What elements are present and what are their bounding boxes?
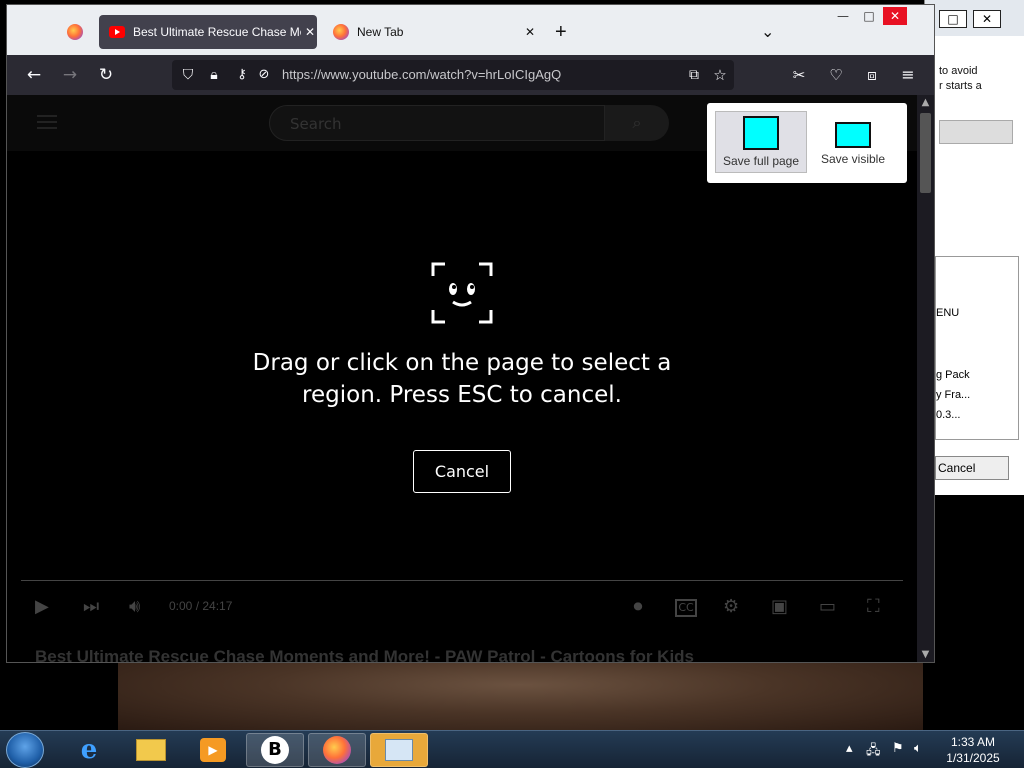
- full-page-icon: [743, 116, 779, 150]
- bg-text-line1: to avoid: [939, 65, 978, 77]
- tab-label: Best Ultimate Rescue Chase Mo: [133, 25, 301, 39]
- close-tab-icon[interactable]: ✕: [525, 25, 535, 39]
- list-item[interactable]: y Fra...: [936, 389, 970, 401]
- maximize-button[interactable]: □: [857, 7, 881, 25]
- scroll-down-icon[interactable]: ▼: [917, 649, 934, 660]
- screenshot-options-panel: Save full page Save visible: [707, 103, 907, 183]
- tracking-blocked-icon[interactable]: ⊘: [252, 63, 276, 87]
- volume-icon[interactable]: 🔊︎: [129, 595, 140, 619]
- video-progress-bar[interactable]: [21, 580, 903, 581]
- background-video-thumbnail: [118, 655, 923, 730]
- internet-explorer-icon[interactable]: e: [60, 733, 118, 767]
- fullscreen-icon[interactable]: ⛶: [867, 595, 880, 619]
- file-explorer-icon[interactable]: [122, 733, 180, 767]
- list-item[interactable]: g Pack: [936, 369, 970, 381]
- list-item[interactable]: ENU: [936, 307, 959, 319]
- taskbar: e ▶ B ▴ 🖧 ⚑ 🔈︎ 1:33 AM 1/31/2025: [0, 730, 1024, 768]
- background-window: □ ✕ to avoid r starts a ENU g Pack y Fra…: [924, 0, 1024, 495]
- close-button[interactable]: ✕: [973, 10, 1001, 28]
- video-title: Best Ultimate Rescue Chase Moments and M…: [35, 647, 695, 662]
- firefox-icon: [67, 24, 83, 40]
- picture-in-picture-icon[interactable]: ⧉: [682, 63, 706, 87]
- bg-text-line2: r starts a: [939, 80, 982, 92]
- menu-icon[interactable]: ≡: [896, 63, 920, 87]
- save-full-page-button[interactable]: Save full page: [715, 111, 807, 173]
- scrollbar-thumb[interactable]: [920, 113, 931, 193]
- back-arrow-icon[interactable]: ←: [22, 63, 46, 87]
- action-center-flag-icon[interactable]: ⚑: [892, 741, 904, 756]
- shield-icon[interactable]: ⛉: [176, 63, 200, 87]
- new-tab-button[interactable]: +: [555, 15, 577, 49]
- firefox-window: Best Ultimate Rescue Chase Mo ✕ New Tab …: [6, 4, 935, 663]
- url-text[interactable]: https://www.youtube.com/watch?v=hrLoICIg…: [282, 67, 561, 82]
- progress-bar: [939, 120, 1013, 144]
- tab-new-tab[interactable]: New Tab ✕: [329, 15, 539, 49]
- autoplay-toggle[interactable]: ⏺: [621, 595, 655, 619]
- background-window-text: to avoid r starts a: [939, 64, 982, 94]
- navigation-toolbar: ← → ↻ ⛉ 🔒︎ ⚷ ⊘ https://www.youtube.com/w…: [7, 55, 934, 95]
- list-item[interactable]: 0.3...: [936, 409, 960, 421]
- forward-arrow-icon[interactable]: →: [58, 63, 82, 87]
- extensions-icon[interactable]: ⧈: [860, 63, 884, 87]
- close-tab-icon[interactable]: ✕: [305, 25, 315, 39]
- screenshot-face-icon: [431, 262, 493, 324]
- video-time: 0:00 / 24:17: [169, 599, 233, 613]
- lock-icon[interactable]: 🔒︎: [202, 63, 226, 87]
- search-placeholder: Search: [290, 115, 342, 133]
- play-icon[interactable]: ▶: [35, 595, 49, 619]
- maximize-button[interactable]: □: [939, 10, 967, 28]
- next-icon[interactable]: ⏭: [83, 595, 99, 619]
- desktop: □ ✕ to avoid r starts a ENU g Pack y Fra…: [0, 0, 1024, 768]
- youtube-menu-icon[interactable]: [37, 115, 57, 129]
- search-icon[interactable]: ⌕: [605, 105, 669, 141]
- firefox-icon[interactable]: [308, 733, 366, 767]
- tab-youtube[interactable]: Best Ultimate Rescue Chase Mo ✕: [99, 15, 317, 49]
- option-label: Save visible: [820, 152, 886, 166]
- close-window-button[interactable]: ✕: [883, 7, 907, 25]
- theater-mode-icon[interactable]: ▭: [819, 595, 836, 619]
- youtube-search-input[interactable]: Search: [269, 105, 605, 141]
- media-player-icon[interactable]: ▶: [184, 733, 242, 767]
- tab-strip: Best Ultimate Rescue Chase Mo ✕ New Tab …: [7, 5, 934, 55]
- tab-pinned[interactable]: [55, 15, 95, 49]
- url-bar[interactable]: ⛉ 🔒︎ ⚷ ⊘ https://www.youtube.com/watch?v…: [172, 60, 734, 90]
- network-icon[interactable]: 🖧: [866, 741, 881, 763]
- youtube-icon: [109, 26, 125, 38]
- tab-label: New Tab: [357, 25, 404, 39]
- screenshot-icon[interactable]: ✂: [787, 63, 811, 87]
- instructions-line1: Drag or click on the page to select a: [252, 350, 672, 376]
- minimize-button[interactable]: —: [831, 7, 855, 25]
- window-controls: — □ ✕: [831, 7, 907, 25]
- control-panel-icon[interactable]: [370, 733, 428, 767]
- volume-muted-icon[interactable]: 🔈︎: [914, 741, 922, 756]
- clock[interactable]: 1:33 AM 1/31/2025: [940, 734, 1006, 766]
- save-visible-button[interactable]: Save visible: [807, 111, 899, 173]
- component-listbox[interactable]: ENU g Pack y Fra... 0.3...: [935, 256, 1019, 440]
- miniplayer-icon[interactable]: ▣: [771, 595, 788, 619]
- screenshot-instructions: Drag or click on the page to select a re…: [237, 347, 687, 411]
- clock-date: 1/31/2025: [946, 751, 1000, 765]
- visible-area-icon: [835, 122, 871, 148]
- start-button[interactable]: [6, 732, 44, 768]
- show-hidden-icons[interactable]: ▴: [846, 741, 853, 756]
- captions-icon[interactable]: CC: [675, 599, 697, 617]
- b-app-icon[interactable]: B: [246, 733, 304, 767]
- background-window-titlebar: □ ✕: [925, 0, 1024, 36]
- page-scrollbar[interactable]: ▲ ▼: [917, 95, 934, 662]
- bookmark-star-icon[interactable]: ☆: [708, 63, 732, 87]
- tab-list-button[interactable]: ⌄: [761, 15, 781, 49]
- reload-icon[interactable]: ↻: [94, 63, 118, 87]
- background-cancel-button[interactable]: Cancel: [935, 456, 1009, 480]
- settings-gear-icon[interactable]: ⚙: [723, 595, 739, 619]
- clock-time: 1:33 AM: [950, 735, 996, 749]
- firefox-icon: [333, 24, 349, 40]
- screenshot-cancel-button[interactable]: Cancel: [413, 450, 511, 493]
- pocket-icon[interactable]: ♡: [824, 63, 848, 87]
- scroll-up-icon[interactable]: ▲: [917, 97, 934, 108]
- instructions-line2: region. Press ESC to cancel.: [302, 382, 622, 408]
- option-label: Save full page: [722, 154, 800, 168]
- permissions-icon[interactable]: ⚷: [230, 63, 254, 87]
